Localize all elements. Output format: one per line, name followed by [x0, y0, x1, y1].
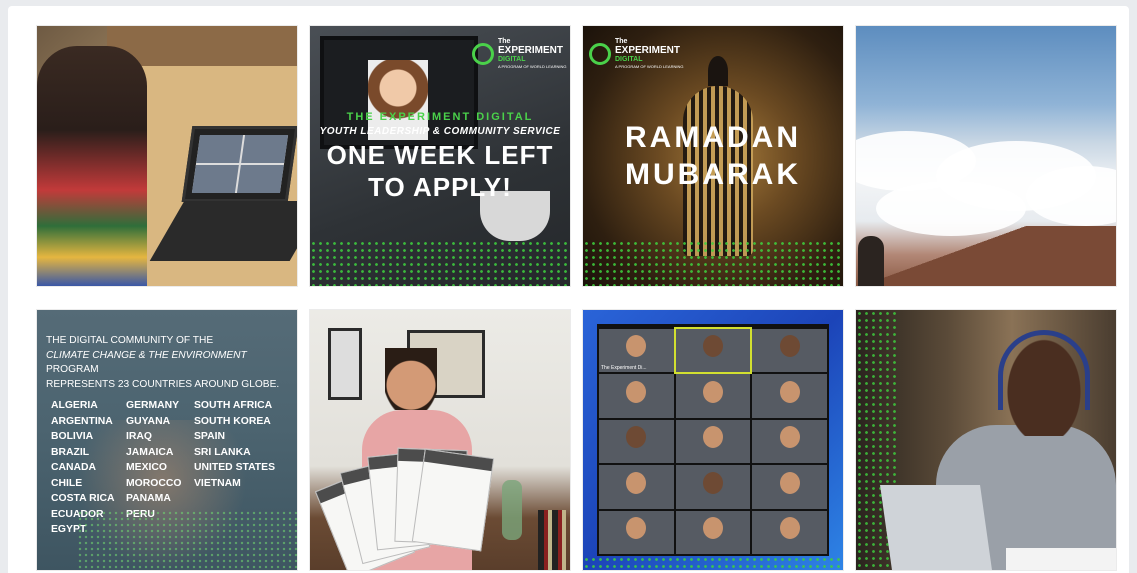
- country-item: IRAQ: [126, 431, 152, 442]
- program-name: CLIMATE CHANGE & THE ENVIRONMENT: [46, 349, 247, 361]
- participant-tile: [599, 465, 674, 509]
- experiment-logo: The EXPERIMENT DIGITAL A PROGRAM OF WORL…: [589, 38, 683, 69]
- country-item: COSTA RICA: [51, 493, 115, 504]
- country-item: VIETNAM: [194, 477, 241, 489]
- country-item: SRI LANKA: [194, 446, 251, 458]
- country-item: BOLIVIA: [51, 431, 94, 442]
- experiment-logo: The EXPERIMENT DIGITAL A PROGRAM OF WORL…: [472, 38, 566, 69]
- photo-tile-clouds[interactable]: [856, 26, 1116, 286]
- country-column-3: SOUTH AFRICA SOUTH KOREA SPAIN SRI LANKA…: [194, 398, 275, 491]
- photo-tile-video-call[interactable]: The Experiment Di...: [583, 310, 843, 570]
- photo-tile-certificates[interactable]: [310, 310, 570, 570]
- logo-the: The: [615, 38, 628, 45]
- country-item: MEXICO: [126, 462, 167, 473]
- logo-tagline: A PROGRAM OF WORLD LEARNING: [498, 64, 567, 69]
- participant-tile: [675, 374, 751, 418]
- participant-tile: [752, 465, 827, 509]
- intro-text: THE DIGITAL COMMUNITY OF THE CLIMATE CHA…: [46, 334, 291, 392]
- notebook: [1006, 548, 1116, 570]
- books: [538, 510, 566, 570]
- photo-tile-climate-countries[interactable]: THE DIGITAL COMMUNITY OF THE CLIMATE CHA…: [37, 310, 297, 570]
- participant-tile: [752, 374, 827, 418]
- vase: [502, 480, 522, 540]
- photo-tile-student-laptop[interactable]: [37, 26, 297, 286]
- digital-dots-pattern: [583, 556, 843, 570]
- participant-tile: [599, 374, 674, 418]
- photo-tile-student-headphones[interactable]: [856, 310, 1116, 570]
- intro-line3: REPRESENTS 23 COUNTRIES AROUND GLOBE.: [46, 378, 280, 390]
- mountain-ridge: [856, 226, 1116, 286]
- country-column-2: GERMANY GUYANA IRAQ JAMAICA MEXICO MOROC…: [126, 398, 181, 522]
- logo-ring-icon: [589, 42, 611, 65]
- greeting-line1: RAMADAN: [625, 121, 801, 154]
- participant-tile-active: [673, 326, 753, 375]
- country-item: ALGERIA: [51, 400, 98, 411]
- participant-grid: The Experiment Di...: [599, 326, 827, 554]
- country-item: SPAIN: [194, 431, 225, 442]
- lantern-icon: [683, 56, 753, 256]
- country-item: MOROCCO: [126, 477, 182, 489]
- digital-dots-pattern: [310, 240, 570, 286]
- country-item: SOUTH AFRICA: [194, 400, 273, 411]
- logo-name: EXPERIMENT: [615, 45, 681, 56]
- program-track: YOUTH LEADERSHIP & COMMUNITY SERVICE: [319, 126, 561, 137]
- participant-tile: [752, 329, 827, 373]
- participant-tile: [675, 419, 751, 464]
- country-item: SOUTH KOREA: [194, 415, 271, 427]
- photo-tile-one-week-left[interactable]: The EXPERIMENT DIGITAL A PROGRAM OF WORL…: [310, 26, 570, 286]
- program-name: THE EXPERIMENT DIGITAL: [346, 111, 534, 123]
- logo-ring-icon: [472, 42, 494, 65]
- country-item: CANADA: [51, 462, 97, 473]
- participant-tile: [752, 510, 827, 554]
- intro-program-word: PROGRAM: [46, 364, 99, 375]
- logo-sub: DIGITAL: [615, 56, 643, 63]
- country-item: PANAMA: [126, 493, 171, 504]
- laptop: [181, 126, 297, 202]
- country-item: GERMANY: [126, 400, 180, 411]
- country-item: GUYANA: [126, 415, 171, 427]
- video-call-screen: [191, 135, 289, 193]
- headline-line1: ONE WEEK LEFT: [326, 140, 554, 170]
- greeting-line2: MUBARAK: [625, 158, 801, 191]
- country-item: JAMAICA: [126, 446, 174, 458]
- participant-tile: [675, 465, 751, 509]
- logo-name: EXPERIMENT: [498, 45, 564, 56]
- country-item: UNITED STATES: [194, 462, 276, 473]
- country-item: BRAZIL: [51, 446, 90, 458]
- headline-line2: TO APPLY!: [368, 172, 512, 202]
- logo-tagline: A PROGRAM OF WORLD LEARNING: [615, 64, 684, 69]
- hiker-figure: [858, 236, 884, 286]
- country-item: CHILE: [51, 477, 83, 489]
- participant-tile: [752, 419, 827, 464]
- logo-sub: DIGITAL: [498, 56, 526, 63]
- country-item: ARGENTINA: [51, 415, 113, 427]
- student-figure: [37, 46, 147, 286]
- photo-tile-ramadan[interactable]: The EXPERIMENT DIGITAL A PROGRAM OF WORL…: [583, 26, 843, 286]
- participant-tile: [675, 510, 751, 554]
- wall-frame: [328, 328, 362, 400]
- certificate: [411, 448, 495, 552]
- participant-tile: [599, 510, 674, 554]
- plant-dots-pattern: [77, 510, 297, 570]
- participant-tile: The Experiment Di...: [599, 329, 674, 373]
- photo-feed: The EXPERIMENT DIGITAL A PROGRAM OF WORL…: [8, 6, 1129, 573]
- intro-line1: THE DIGITAL COMMUNITY OF THE: [46, 335, 214, 346]
- laptop: [880, 485, 992, 570]
- video-call-window: The Experiment Di...: [597, 324, 829, 556]
- digital-dots-pattern: [583, 240, 843, 286]
- certificates-fan: [314, 445, 495, 570]
- participant-label: The Experiment Di...: [601, 365, 647, 372]
- participant-tile: [599, 419, 674, 464]
- logo-the: The: [498, 38, 511, 45]
- boy-head: [385, 348, 437, 410]
